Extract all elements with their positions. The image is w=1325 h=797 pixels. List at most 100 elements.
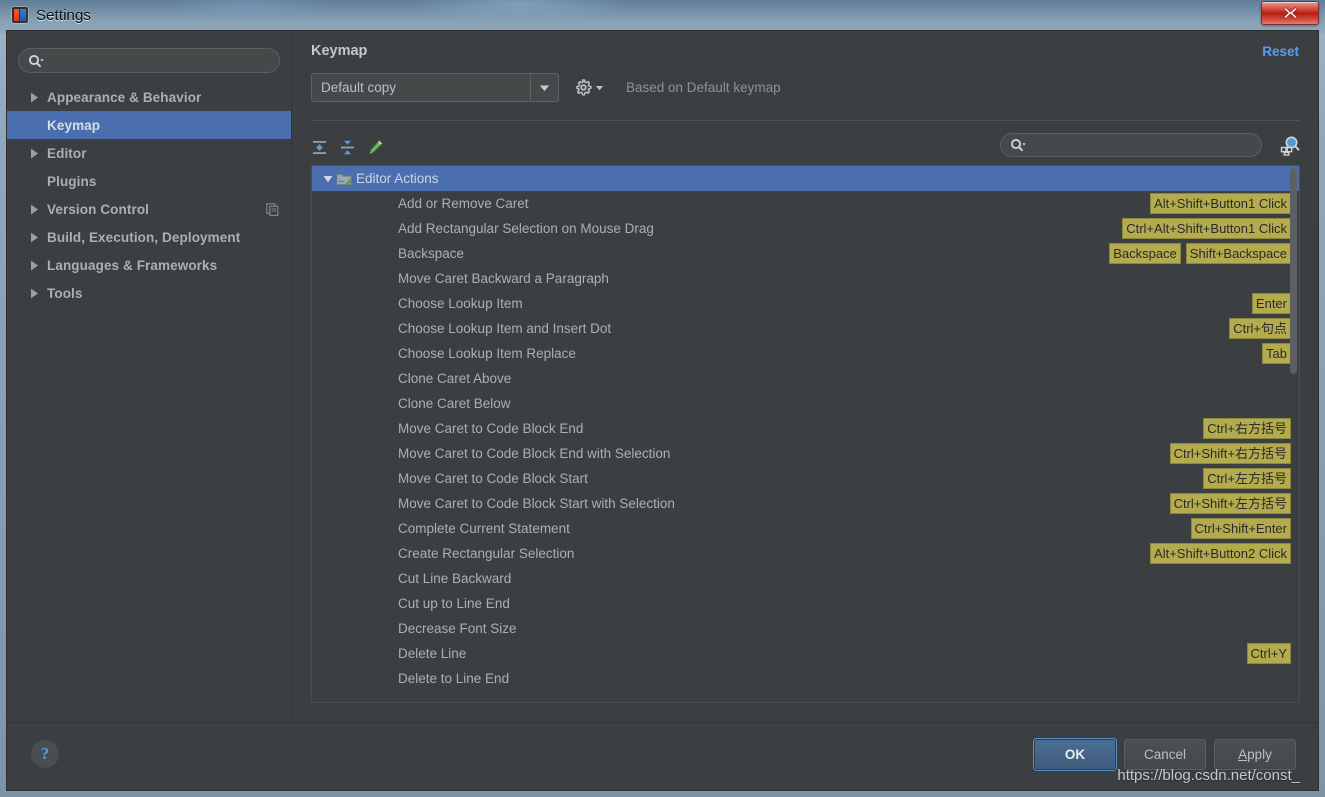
close-icon[interactable]	[1261, 1, 1319, 25]
shortcut-list: Tab	[1262, 343, 1291, 364]
sidebar-item-appearance-behavior[interactable]: Appearance & Behavior	[7, 83, 291, 111]
window-title: Settings	[36, 6, 91, 24]
cancel-button[interactable]: Cancel	[1124, 739, 1206, 770]
apply-button[interactable]: Apply	[1214, 739, 1296, 770]
sidebar-item-editor[interactable]: Editor	[7, 139, 291, 167]
actions-search-field[interactable]	[1000, 133, 1262, 157]
search-icon	[1010, 138, 1026, 152]
sidebar-item-keymap[interactable]: Keymap	[7, 111, 291, 139]
sidebar-search-field[interactable]	[18, 48, 280, 73]
reset-link[interactable]: Reset	[1262, 44, 1299, 59]
action-name: Choose Lookup Item	[398, 296, 523, 311]
chevron-right-icon[interactable]	[27, 230, 41, 244]
tree-group-label: Editor Actions	[356, 171, 439, 186]
tree-row[interactable]: Delete to Line End	[312, 666, 1299, 691]
chevron-right-icon[interactable]	[27, 286, 41, 300]
action-name: Backspace	[398, 246, 465, 261]
tree-row[interactable]: Move Caret to Code Block Start with Sele…	[312, 491, 1299, 516]
tree-vertical-scrollbar[interactable]	[1289, 167, 1298, 701]
chevron-right-icon[interactable]	[27, 258, 41, 272]
tree-row[interactable]: Clone Caret Above	[312, 366, 1299, 391]
shortcut-list: Ctrl+右方括号	[1203, 418, 1291, 439]
tree-row[interactable]: Create Rectangular Selection Alt+Shift+Bu…	[312, 541, 1299, 566]
action-name: Delete Line	[398, 646, 467, 661]
shortcut-badge: Ctrl+左方括号	[1203, 468, 1291, 489]
watermark-text: https://blog.csdn.net/const_	[1117, 767, 1300, 784]
action-name: Clone Caret Above	[398, 371, 512, 386]
tree-row[interactable]: Cut up to Line End	[312, 591, 1299, 616]
tree-row[interactable]: Delete Line Ctrl+Y	[312, 641, 1299, 666]
shortcut-badge: Alt+Shift+Button1 Click	[1150, 193, 1291, 214]
tree-row[interactable]: Move Caret to Code Block End with Select…	[312, 441, 1299, 466]
sidebar-item-label: Languages & Frameworks	[47, 257, 218, 273]
keymap-dropdown-value: Default copy	[321, 80, 397, 95]
sidebar-item-languages-frameworks[interactable]: Languages & Frameworks	[7, 251, 291, 279]
tree-row[interactable]: Move Caret Backward a Paragraph	[312, 266, 1299, 291]
chevron-right-icon[interactable]	[27, 146, 41, 160]
shortcut-badge: Ctrl+Shift+右方括号	[1169, 443, 1291, 464]
keymap-dropdown[interactable]: Default copy	[311, 73, 559, 102]
tree-row[interactable]: Add Rectangular Selection on Mouse Drag C…	[312, 216, 1299, 241]
tree-row[interactable]: Add or Remove Caret Alt+Shift+Button1 Cli…	[312, 191, 1299, 216]
sidebar-item-label: Appearance & Behavior	[47, 89, 202, 105]
shortcut-badge: Ctrl+Shift+Enter	[1190, 518, 1291, 539]
tree-row[interactable]: Choose Lookup Item Enter	[312, 291, 1299, 316]
tree-row[interactable]: Move Caret to Code Block End Ctrl+右方括号	[312, 416, 1299, 441]
chevron-right-icon[interactable]	[27, 202, 41, 216]
sidebar-item-label: Build, Execution, Deployment	[47, 229, 241, 245]
find-by-shortcut-icon[interactable]	[1276, 131, 1304, 159]
chevron-down-icon[interactable]	[530, 74, 558, 101]
tree-scrollbar-thumb[interactable]	[1290, 168, 1297, 374]
shortcut-list: Enter	[1251, 293, 1291, 314]
shortcut-list: Ctrl+句点	[1229, 318, 1291, 339]
action-name: Choose Lookup Item Replace	[398, 346, 576, 361]
action-name: Move Caret Backward a Paragraph	[398, 271, 609, 286]
section-divider	[311, 120, 1300, 121]
tree-row[interactable]: Move Caret to Code Block Start Ctrl+左方括号	[312, 466, 1299, 491]
tree-row[interactable]: Cut Line Backward	[312, 566, 1299, 591]
tree-row[interactable]: Decrease Font Size	[312, 616, 1299, 641]
dialog-action-buttons: OK Cancel Apply	[1034, 739, 1296, 770]
shortcut-list: Ctrl+Shift+Enter	[1190, 518, 1291, 539]
dialog-footer: ? OK Cancel Apply https://blog.csdn.net/…	[7, 722, 1318, 790]
tree-row[interactable]: Backspace Backspace Shift+Backspace	[312, 241, 1299, 266]
shortcut-list: Alt+Shift+Button2 Click	[1150, 543, 1291, 564]
help-button[interactable]: ?	[31, 740, 59, 768]
sidebar-item-build-execution-deployment[interactable]: Build, Execution, Deployment	[7, 223, 291, 251]
tree-row[interactable]: Complete Current Statement Ctrl+Shift+Ent…	[312, 516, 1299, 541]
search-input[interactable]	[44, 53, 279, 68]
chevron-right-icon[interactable]	[27, 90, 41, 104]
shortcut-badge: Ctrl+Y	[1246, 643, 1291, 664]
action-name: Add or Remove Caret	[398, 196, 529, 211]
tree-row[interactable]: Choose Lookup Item Replace Tab	[312, 341, 1299, 366]
sidebar-item-tools[interactable]: Tools	[7, 279, 291, 307]
tree-row[interactable]: Choose Lookup Item and Insert Dot Ctrl+句点	[312, 316, 1299, 341]
shortcut-badge: Enter	[1251, 293, 1291, 314]
search-icon	[28, 54, 44, 68]
tree-row[interactable]: Clone Caret Below	[312, 391, 1299, 416]
action-name: Move Caret to Code Block End	[398, 421, 584, 436]
chevron-down-icon[interactable]	[320, 175, 336, 183]
gear-icon[interactable]	[575, 79, 604, 96]
sidebar-item-plugins[interactable]: Plugins	[7, 167, 291, 195]
expand-all-icon[interactable]	[305, 134, 333, 160]
sidebar-item-label: Version Control	[47, 201, 150, 217]
sidebar-item-label: Tools	[47, 285, 83, 301]
actions-search-input[interactable]	[1026, 137, 1261, 153]
keymap-panel: Keymap Reset Default copy Based on Defau…	[293, 31, 1318, 721]
sidebar-item-label: Editor	[47, 145, 87, 161]
tree-group-row[interactable]: Editor Actions	[312, 166, 1299, 191]
action-name: Complete Current Statement	[398, 521, 570, 536]
action-name: Clone Caret Below	[398, 396, 511, 411]
shortcut-badge: Ctrl+Shift+左方括号	[1169, 493, 1291, 514]
shortcut-badge: Ctrl+Alt+Shift+Button1 Click	[1122, 218, 1291, 239]
action-name: Choose Lookup Item and Insert Dot	[398, 321, 612, 336]
keymap-actions-tree: Editor Actions Add or Remove Caret Alt+Shi…	[311, 165, 1300, 703]
keymap-selector-row: Default copy Based on Default keymap	[311, 73, 781, 102]
pencil-edit-icon[interactable]	[361, 134, 389, 160]
sidebar-item-version-control[interactable]: Version Control	[7, 195, 291, 223]
collapse-all-icon[interactable]	[333, 134, 361, 160]
ok-button[interactable]: OK	[1034, 739, 1116, 770]
settings-category-tree: Appearance & Behavior Keymap Editor Plugins…	[7, 83, 291, 307]
apply-mnemonic: A	[1238, 747, 1248, 762]
